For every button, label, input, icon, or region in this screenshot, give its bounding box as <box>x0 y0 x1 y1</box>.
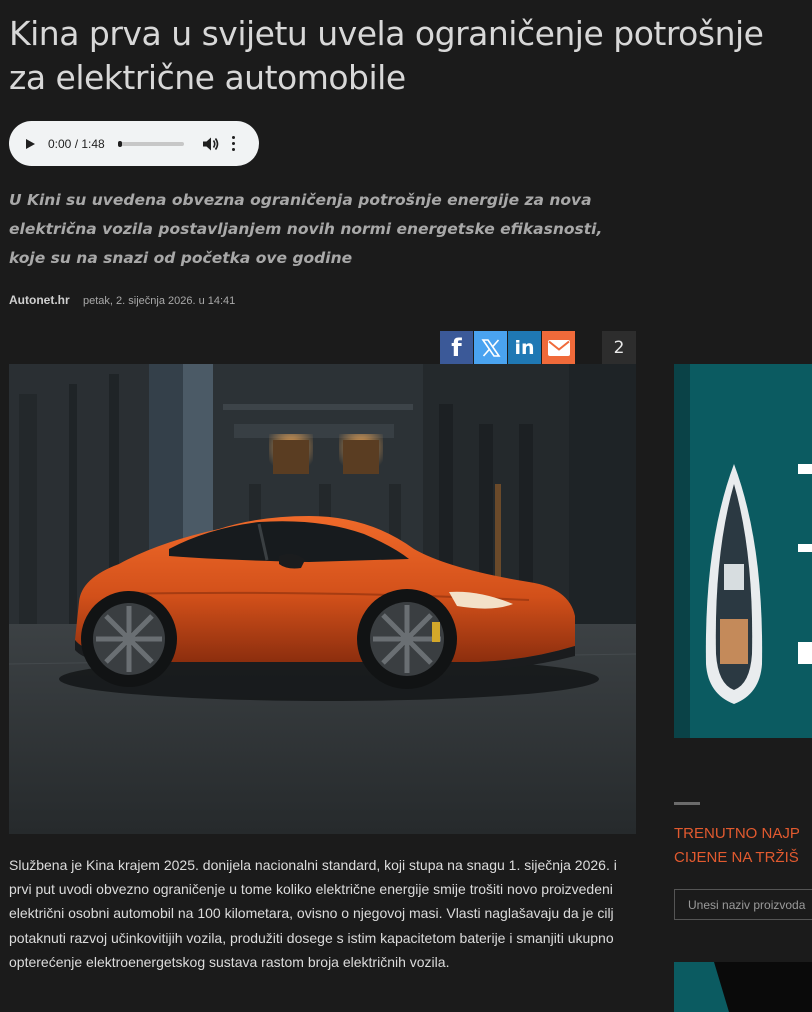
product-search-input[interactable] <box>674 889 812 920</box>
facebook-icon: f <box>451 333 462 362</box>
prices-section-title[interactable]: TRENUTNO NAJP CIJENE NA TRŽIŠ <box>674 822 812 870</box>
section-title-line2: CIJENE NA TRŽIŠ <box>674 849 799 866</box>
email-icon <box>547 339 570 356</box>
article-date: petak, 2. siječnja 2026. u 14:41 <box>83 295 236 307</box>
article-body: Službena je Kina krajem 2025. donijela n… <box>9 857 617 970</box>
audio-seek-bar[interactable] <box>117 140 184 147</box>
section-divider <box>674 802 700 805</box>
play-icon[interactable] <box>26 138 35 149</box>
audio-player[interactable]: 0:00 / 1:48 <box>9 121 259 166</box>
section-title-line1: TRENUTNO NAJP <box>674 825 800 842</box>
volume-icon[interactable] <box>202 136 220 152</box>
sidebar-ad-2[interactable] <box>674 962 812 1012</box>
x-share-button[interactable] <box>474 331 507 364</box>
sidebar-ad[interactable] <box>674 364 812 738</box>
comment-count[interactable]: 2 <box>602 331 636 364</box>
audio-time: 0:00 / 1:48 <box>48 136 105 151</box>
more-options-icon[interactable] <box>229 136 239 151</box>
article-lead: U Kini su uvedena obvezna ograničenja po… <box>9 191 603 267</box>
article-title: Kina prva u svijetu uvela ograničenje po… <box>9 14 764 97</box>
facebook-share-button[interactable]: f <box>440 331 473 364</box>
linkedin-icon: in <box>514 336 535 359</box>
x-icon <box>480 338 501 357</box>
email-share-button[interactable] <box>542 331 575 364</box>
seek-knob[interactable] <box>117 140 122 147</box>
article-meta: Autonet.hr petak, 2. siječnja 2026. u 14… <box>9 293 235 307</box>
article-source[interactable]: Autonet.hr <box>9 293 70 307</box>
linkedin-share-button[interactable]: in <box>508 331 541 364</box>
hero-image <box>9 364 636 834</box>
share-bar: f in <box>440 331 576 364</box>
